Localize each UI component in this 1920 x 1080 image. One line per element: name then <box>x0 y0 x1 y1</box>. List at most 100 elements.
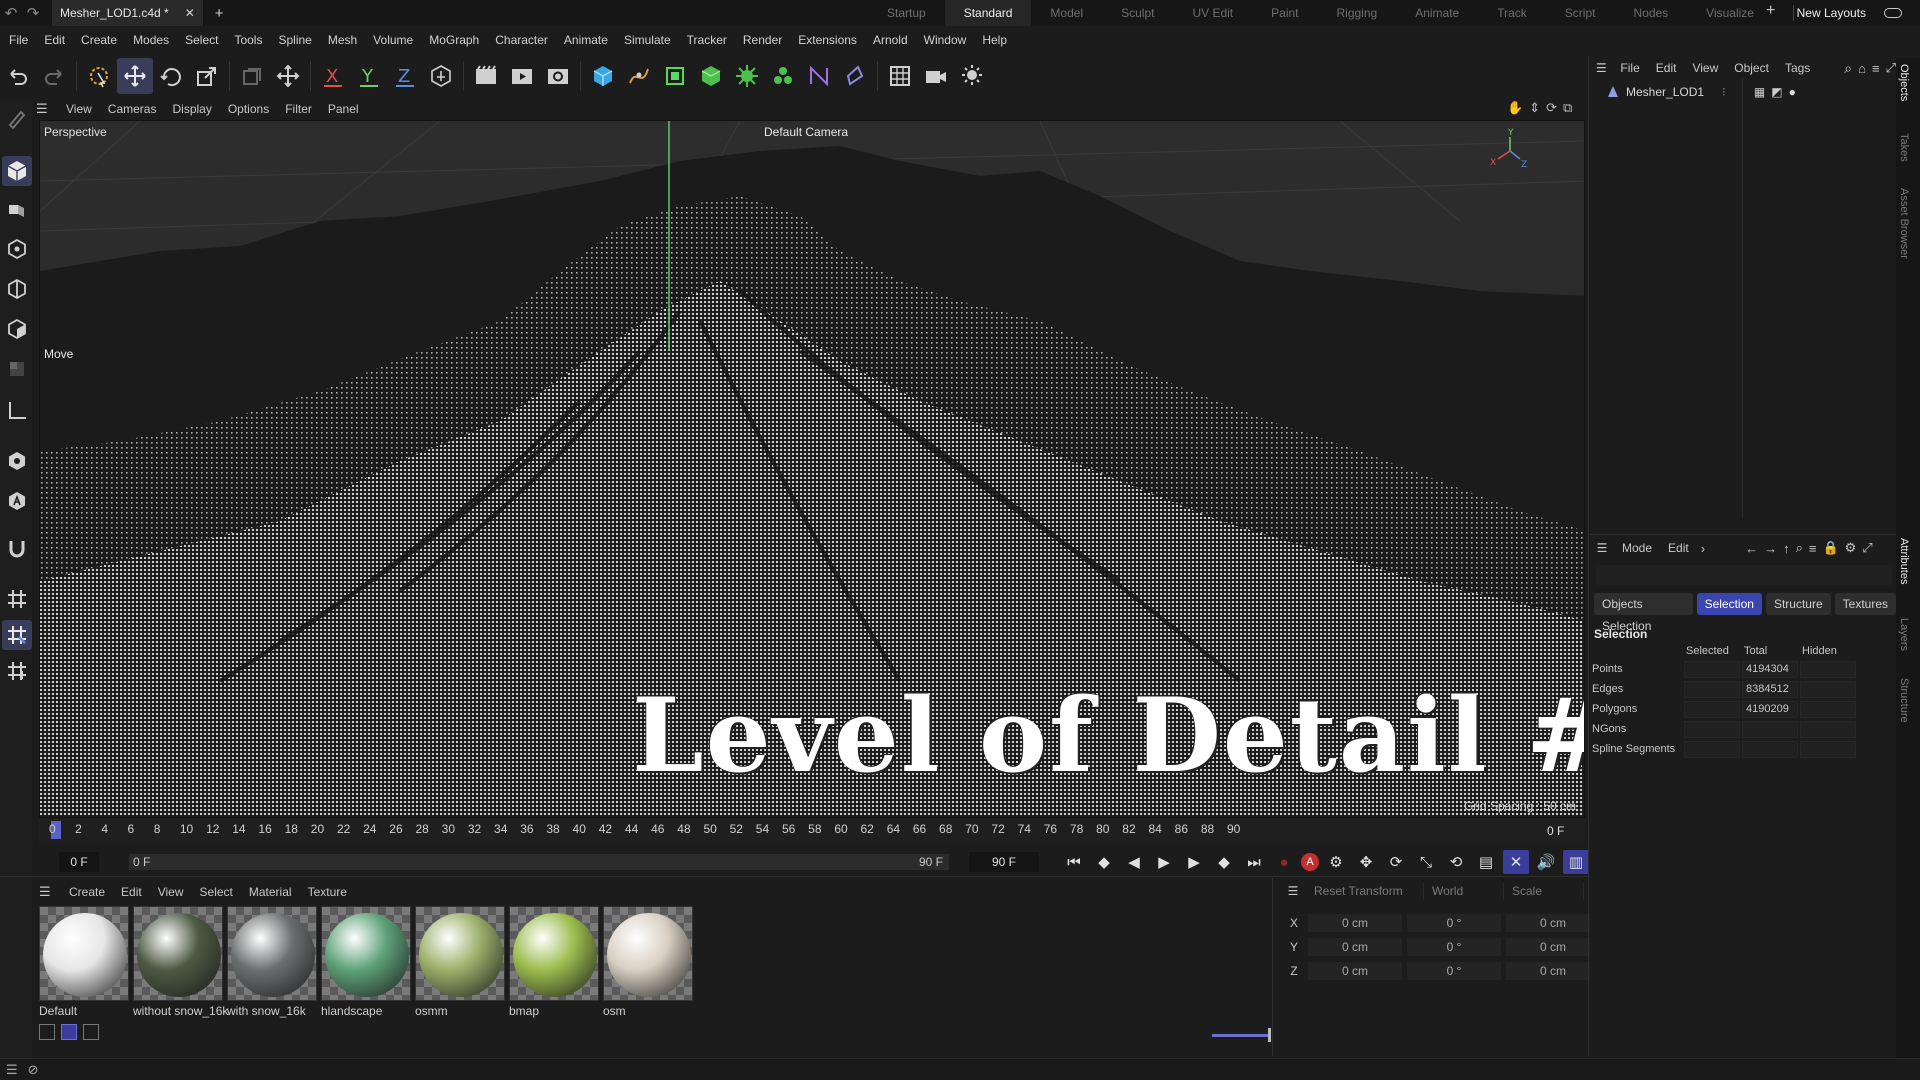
side-tab-structure[interactable]: Structure <box>1898 678 1910 723</box>
coordinate-scale-field[interactable]: 0 cm <box>1506 938 1600 956</box>
toggle-icon[interactable] <box>1884 8 1902 18</box>
coordinate-scale-field[interactable]: 0 cm <box>1506 914 1600 932</box>
coordinate-system-icon[interactable] <box>423 58 459 94</box>
extrude-icon[interactable] <box>693 58 729 94</box>
coordinate-pos-field[interactable]: 0 cm <box>1308 962 1402 980</box>
material-menu-material[interactable]: Material <box>241 885 300 899</box>
subdivision-icon[interactable] <box>657 58 693 94</box>
menu-extensions[interactable]: Extensions <box>790 33 865 47</box>
object-name[interactable]: Mesher_LOD1 <box>1626 85 1704 99</box>
rotate-icon[interactable] <box>153 58 189 94</box>
material-item[interactable]: with snow_16k <box>227 906 317 1018</box>
up-icon[interactable]: ↑ <box>1783 541 1790 556</box>
large-view-icon[interactable] <box>83 1024 99 1040</box>
menu-modes[interactable]: Modes <box>125 33 177 47</box>
menu-icon[interactable]: ☰ <box>36 101 58 117</box>
frame-range-slider[interactable]: 0 F 90 F <box>129 854 949 870</box>
coordinate-rot-field[interactable]: 0 ° <box>1407 938 1501 956</box>
menu-mograph[interactable]: MoGraph <box>421 33 487 47</box>
axis-icon[interactable] <box>2 396 32 426</box>
menu-volume[interactable]: Volume <box>365 33 421 47</box>
tag-icon[interactable]: ▦ <box>1754 85 1765 99</box>
material-item[interactable]: osmm <box>415 906 505 1018</box>
side-tab-takes[interactable]: Takes <box>1898 133 1910 162</box>
add-layout-icon[interactable]: + <box>1766 2 1775 20</box>
cube-icon[interactable] <box>585 58 621 94</box>
attribute-search-field[interactable] <box>1596 565 1892 585</box>
menu-help[interactable]: Help <box>974 33 1015 47</box>
menu-tracker[interactable]: Tracker <box>679 33 735 47</box>
menu-mesh[interactable]: Mesh <box>320 33 365 47</box>
menu-arnold[interactable]: Arnold <box>865 33 916 47</box>
side-tab-asset-browser[interactable]: Asset Browser <box>1898 188 1910 259</box>
play-icon[interactable]: ▶ <box>1151 850 1177 874</box>
coordinate-scale-field[interactable]: 0 cm <box>1506 962 1600 980</box>
layout-tab-visualize[interactable]: Visualize <box>1687 0 1773 26</box>
camera-icon[interactable] <box>918 58 954 94</box>
search-icon[interactable]: ⌕ <box>1796 540 1803 556</box>
start-frame-field[interactable]: 0 F <box>59 852 99 872</box>
end-frame-field[interactable]: 90 F <box>969 852 1039 872</box>
redo-icon[interactable]: ↷ <box>22 4 44 22</box>
material-thumbnail[interactable] <box>227 906 317 1001</box>
layout-tab-paint[interactable]: Paint <box>1252 0 1317 26</box>
menu-icon[interactable]: ☰ <box>1590 541 1614 555</box>
side-tab-layers[interactable]: Layers <box>1898 618 1910 651</box>
layout-tab-track[interactable]: Track <box>1478 0 1546 26</box>
material-thumbnail[interactable] <box>509 906 599 1001</box>
space-dropdown[interactable]: World <box>1424 882 1504 900</box>
deformer-icon[interactable] <box>765 58 801 94</box>
filter-icon[interactable]: ≡ <box>1872 61 1880 76</box>
filter-icon[interactable]: ≡ <box>1809 541 1817 556</box>
lock-icon[interactable]: 🔒 <box>1822 540 1838 556</box>
camera-label[interactable]: Default Camera <box>764 125 848 139</box>
rotation-key-icon[interactable]: ⟳ <box>1383 850 1409 874</box>
reset-transform-button[interactable]: Reset Transform <box>1306 882 1424 900</box>
last-tool-icon[interactable] <box>234 58 270 94</box>
menu-icon[interactable]: ☰ <box>39 884 61 900</box>
new-layouts-button[interactable]: New Layouts <box>1797 0 1866 26</box>
model-mode-icon[interactable] <box>2 104 32 134</box>
x-axis-icon[interactable]: X <box>315 58 351 94</box>
viewport-menu-panel[interactable]: Panel <box>320 102 367 116</box>
cloner-icon[interactable] <box>729 58 765 94</box>
object-menu-edit[interactable]: Edit <box>1648 61 1685 75</box>
layout-tab-animate[interactable]: Animate <box>1396 0 1478 26</box>
menu-render[interactable]: Render <box>735 33 790 47</box>
document-tab[interactable]: Mesher_LOD1.c4d * ✕ <box>52 0 203 26</box>
polygons-mode-icon[interactable] <box>2 274 32 304</box>
tab-selection[interactable]: Selection <box>1696 593 1762 615</box>
settings-icon[interactable]: ⚙ <box>1845 540 1857 556</box>
layout-tab-rigging[interactable]: Rigging <box>1318 0 1397 26</box>
menu-icon[interactable]: ☰ <box>1590 61 1612 75</box>
menu-tools[interactable]: Tools <box>226 33 270 47</box>
previous-key-icon[interactable]: ◆ <box>1091 850 1117 874</box>
record-icon[interactable]: ● <box>1271 850 1297 874</box>
undo-icon[interactable]: ↶ <box>0 4 22 22</box>
material-menu-create[interactable]: Create <box>61 885 113 899</box>
layout-tab-standard[interactable]: Standard <box>944 0 1032 26</box>
coordinate-rot-field[interactable]: 0 ° <box>1407 914 1501 932</box>
coordinate-pos-field[interactable]: 0 cm <box>1308 938 1402 956</box>
menu-icon[interactable]: ☰ <box>6 1062 18 1078</box>
home-icon[interactable]: ⌂ <box>1858 61 1866 76</box>
material-thumbnail[interactable] <box>39 906 129 1001</box>
menu-file[interactable]: File <box>0 33 36 47</box>
side-tab-objects[interactable]: Objects <box>1898 64 1910 101</box>
tab-structure[interactable]: Structure <box>1765 593 1831 615</box>
coordinate-pos-field[interactable]: 0 cm <box>1308 914 1402 932</box>
position-key-icon[interactable]: ✥ <box>1353 850 1379 874</box>
slider-handle[interactable] <box>1268 1028 1271 1042</box>
expand-icon[interactable]: ⤢ <box>1886 60 1896 76</box>
material-thumbnail[interactable] <box>133 906 223 1001</box>
layout-tab-startup[interactable]: Startup <box>868 0 945 26</box>
scale-icon[interactable] <box>189 58 225 94</box>
autokey-icon[interactable]: A <box>1301 853 1319 871</box>
snap-icon[interactable] <box>2 620 32 650</box>
render-picture-viewer-icon[interactable] <box>504 58 540 94</box>
solo-icon[interactable] <box>2 446 32 476</box>
list-view-icon[interactable] <box>39 1024 55 1040</box>
move-icon[interactable] <box>117 58 153 94</box>
side-tab-attributes[interactable]: Attributes <box>1898 538 1910 584</box>
material-item[interactable]: bmap <box>509 906 599 1018</box>
